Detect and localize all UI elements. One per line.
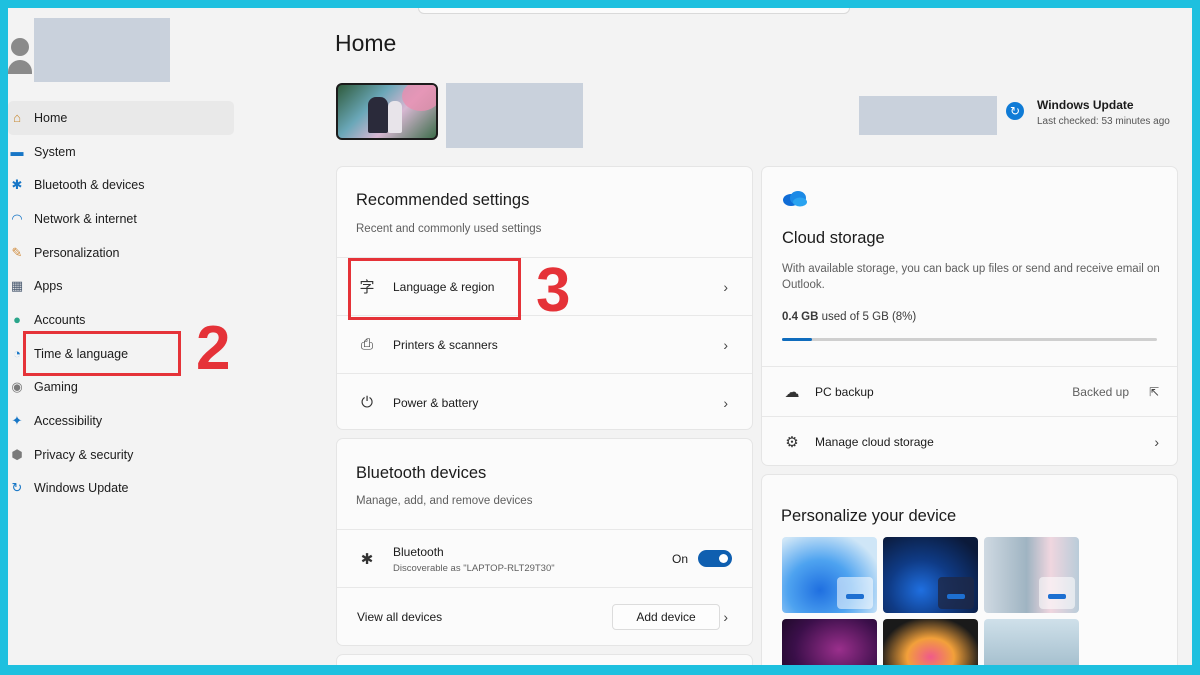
cloud-storage-card: Cloud storage With available storage, yo… [761,166,1178,466]
sidebar-item-label: Personalization [34,245,120,260]
avatar[interactable] [8,30,34,80]
add-device-button[interactable]: Add device [612,603,720,630]
bluetooth-icon: ✱ [11,177,23,193]
sidebar-nav: ⌂ Home ▬ System ✱ Bluetooth & devices ◠ Network… [8,101,234,505]
desktop-wallpaper-thumbnail[interactable] [336,83,438,140]
person-icon: ● [13,312,21,328]
settings-window: ⌂ Home ▬ System ✱ Bluetooth & devices ◠ Network… [8,8,1192,665]
toggle-state-label: On [671,551,688,566]
personalize-card: Personalize your device [761,474,1178,665]
power-icon: ⏻ [361,394,373,411]
sidebar-item-label: Gaming [34,380,78,395]
printer-icon: ⎙ [360,336,373,353]
windows-update-title: Windows Update [1037,98,1134,112]
page-title: Home [335,30,397,56]
personalize-title: Personalize your device [781,507,957,525]
row-label: Printers & scanners [393,337,498,352]
windows-update-last-checked: Last checked: 53 minutes ago [1037,116,1170,127]
sidebar-item-home[interactable]: ⌂ Home [8,101,234,135]
bluetooth-icon: ✱ [360,550,374,568]
sidebar-item-label: Bluetooth & devices [34,178,145,193]
chevron-right-icon: › [723,394,728,411]
chevron-right-icon: › [723,278,728,295]
row-pc-backup[interactable]: ☁ PC backup Backed up ⇱ [762,366,1177,416]
view-all-devices-label: View all devices [357,609,443,624]
theme-tile-glow[interactable] [782,619,877,665]
row-power-battery[interactable]: ⏻ Power & battery › [337,373,752,429]
storage-used-amount: 0.4 GB [782,311,819,323]
annotation-box-language-region [348,258,521,320]
theme-tile-dark-bloom[interactable] [883,537,978,613]
sidebar-item-label: Accessibility [34,414,103,429]
theme-tile-spotlight[interactable] [984,537,1079,613]
update-icon: ↻ [11,480,23,496]
bluetooth-devices-card: Bluetooth devices Manage, add, and remov… [336,438,753,646]
apps-icon: ▦ [10,278,24,294]
row-manage-cloud-storage[interactable]: ⚙ Manage cloud storage › [762,416,1177,465]
annotation-box-time-language [23,331,181,376]
external-link-icon: ⇱ [1148,384,1159,399]
sidebar-item-label: Network & internet [34,211,137,226]
accessibility-icon: ✦ [11,413,23,429]
sidebar-item-label: Privacy & security [34,447,134,462]
sidebar-item-label: Accounts [34,312,86,327]
onedrive-cloud-icon [783,191,807,207]
chevron-right-icon: › [1154,433,1159,450]
sidebar-item-privacy-security[interactable]: ⬢ Privacy & security [8,438,234,472]
sidebar-item-windows-update[interactable]: ↻ Windows Update [8,472,234,506]
gamepad-icon: ◉ [11,379,23,395]
shield-icon: ⬢ [11,446,23,462]
recommended-title: Recommended settings [356,191,530,209]
theme-tile-light-bloom[interactable] [782,537,877,613]
update-icon: ↻ [1006,102,1024,120]
storage-used-rest: used of 5 GB (8%) [821,311,917,323]
theme-tile-flow[interactable] [883,619,978,665]
bluetooth-title: Bluetooth devices [356,464,487,482]
sidebar-item-label: Windows Update [34,481,129,496]
manage-cloud-label: Manage cloud storage [815,434,934,449]
cloud-storage-title: Cloud storage [782,229,885,247]
chevron-right-icon: › [723,336,728,353]
sidebar-item-apps[interactable]: ▦ Apps [8,269,234,303]
redacted-info [859,96,997,135]
annotation-number-3: 3 [536,256,571,325]
search-box[interactable] [418,8,850,14]
sidebar-item-label: Home [34,110,68,125]
windows-update-status[interactable]: ↻ Windows Update Last checked: 53 minute… [1006,98,1170,127]
bluetooth-subtitle: Manage, add, and remove devices [356,495,533,507]
bluetooth-discoverable-text: Discoverable as "LAPTOP-RLT29T30" [393,563,555,574]
cloud-storage-description: With available storage, you can back up … [782,263,1160,291]
cloud-upload-icon: ☁ [784,383,800,401]
home-icon: ⌂ [13,110,21,126]
storage-progress-bar [782,338,1157,341]
gear-icon: ⚙ [785,433,799,451]
bluetooth-device-name: Bluetooth [393,545,444,559]
row-label: Power & battery [393,395,479,410]
brush-icon: ✎ [11,244,23,260]
monitor-icon: ▬ [10,144,24,160]
pc-backup-label: PC backup [815,384,874,399]
storage-usage-text: 0.4 GB used of 5 GB (8%) [782,311,916,323]
sidebar-item-bluetooth-devices[interactable]: ✱ Bluetooth & devices [8,168,234,202]
next-card [336,654,753,665]
sidebar-item-label: Apps [34,279,63,294]
sidebar-item-system[interactable]: ▬ System [8,135,234,169]
wifi-icon: ◠ [11,210,23,226]
chevron-right-icon: › [723,608,728,625]
redacted-device-name [446,83,583,148]
backup-status: Backed up [1072,384,1129,399]
bluetooth-toggle[interactable] [698,550,732,567]
recommended-subtitle: Recent and commonly used settings [356,223,542,235]
redacted-account-name [34,18,170,82]
sidebar-item-network-internet[interactable]: ◠ Network & internet [8,202,234,236]
sidebar-item-personalization[interactable]: ✎ Personalization [8,236,234,270]
sidebar-item-accessibility[interactable]: ✦ Accessibility [8,404,234,438]
annotation-number-2: 2 [196,314,231,383]
sidebar-item-label: System [34,144,76,159]
row-view-all-devices[interactable]: View all devices Add device › [337,587,752,645]
row-bluetooth: ✱ Bluetooth Discoverable as "LAPTOP-RLT2… [337,529,752,587]
theme-tile-sunrise[interactable] [984,619,1079,665]
